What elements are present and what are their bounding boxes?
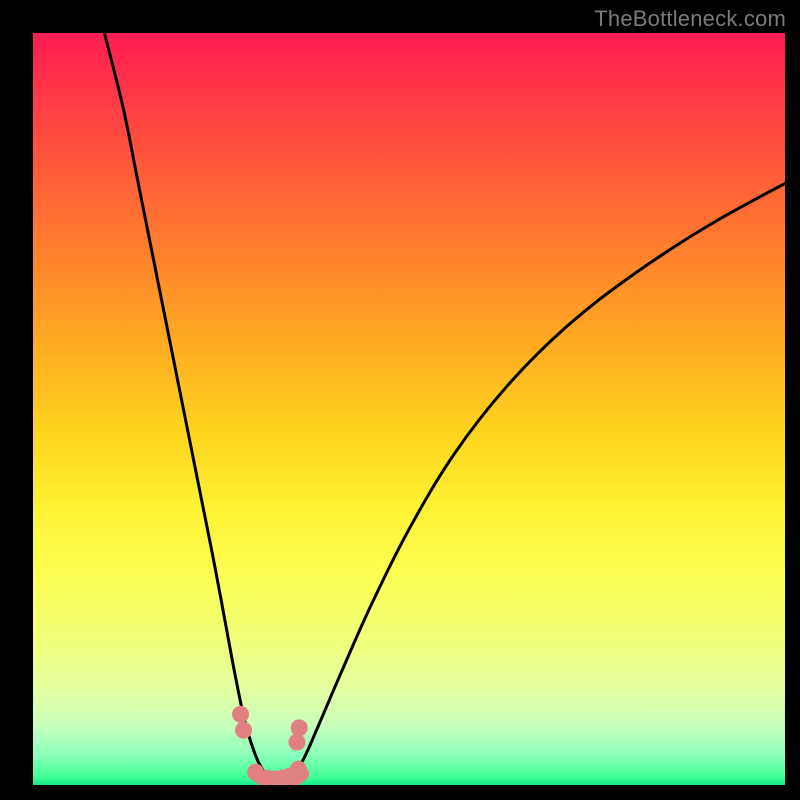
- curve-left: [104, 33, 269, 780]
- plot-area: [33, 33, 785, 785]
- watermark-text: TheBottleneck.com: [594, 6, 786, 32]
- series-marker: [232, 706, 249, 723]
- chart-stage: TheBottleneck.com: [0, 0, 800, 800]
- valley-markers: [232, 706, 308, 785]
- series-marker: [288, 734, 305, 751]
- curve-right: [290, 183, 785, 779]
- series-marker: [235, 722, 252, 739]
- chart-svg: [33, 33, 785, 785]
- series-marker: [291, 719, 308, 736]
- series-marker: [290, 761, 307, 778]
